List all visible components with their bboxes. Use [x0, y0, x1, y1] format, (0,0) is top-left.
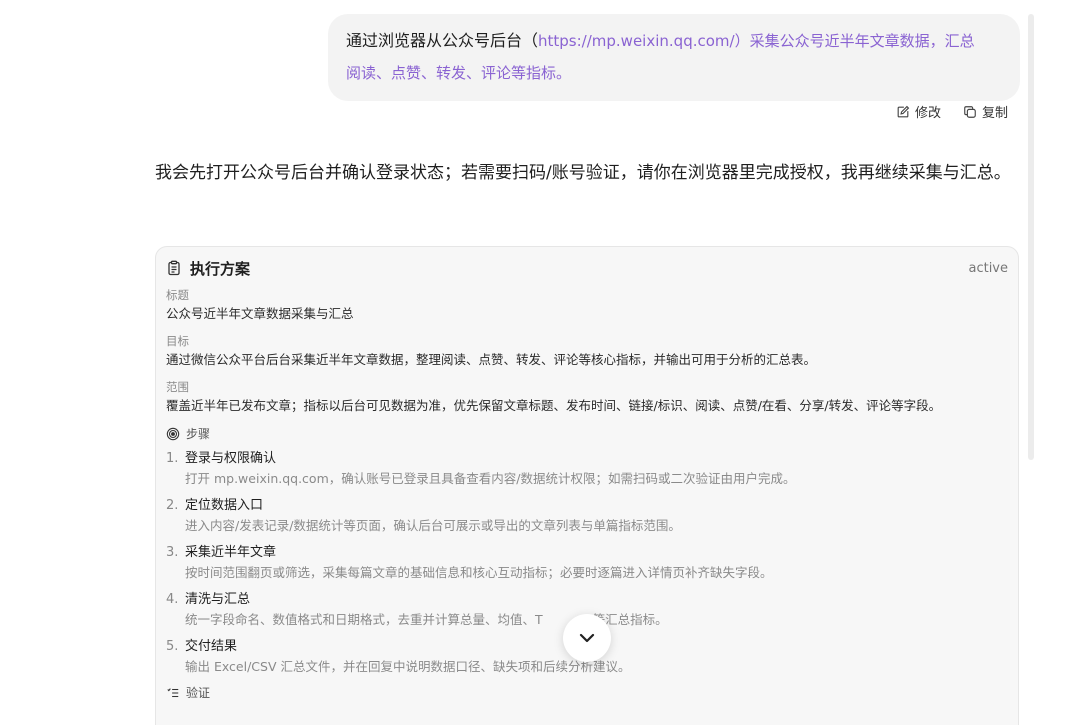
step-item: 2. 定位数据入口 进入内容/发表记录/数据统计等页面，确认后台可展示或导出的文章…	[166, 496, 1008, 537]
plan-status: active	[968, 260, 1008, 276]
plan-title: 执行方案	[190, 259, 251, 278]
plan-header: 执行方案 active	[166, 257, 1008, 279]
step-number: 3.	[166, 545, 179, 560]
step-description: 打开 mp.weixin.qq.com，确认账号已登录且具备查看内容/数据统计权…	[185, 471, 796, 486]
title-value: 公众号近半年文章数据采集与汇总	[166, 306, 354, 321]
step-title: 交付结果	[185, 639, 238, 654]
goal-label: 目标	[166, 334, 189, 348]
chevron-down-icon	[579, 633, 595, 643]
assistant-message: 我会先打开公众号后台并确认登录状态；若需要扫码/账号验证，请你在浏览器里完成授权…	[155, 163, 1011, 183]
verify-label: 验证	[186, 686, 211, 700]
scope-value: 覆盖近半年已发布文章；指标以后台可见数据为准，优先保留文章标题、发布时间、链接/…	[166, 398, 942, 413]
step-number: 2.	[166, 498, 179, 513]
step-title: 登录与权限确认	[185, 451, 277, 466]
step-number: 1.	[166, 451, 179, 466]
step-title: 定位数据入口	[185, 498, 264, 513]
checklist-icon	[167, 687, 179, 697]
step-number: 5.	[166, 639, 179, 654]
verify-header: 验证	[166, 684, 1008, 701]
step-item: 3. 采集近半年文章 按时间范围翻页或筛选，采集每篇文章的基础信息和核心互动指标；…	[166, 543, 1008, 584]
steps-label: 步骤	[186, 427, 211, 441]
user-message-bubble: 通过浏览器从公众号后台（https://mp.weixin.qq.com/）采集…	[328, 14, 1020, 101]
steps-header: 步骤	[166, 425, 1008, 443]
scrollbar[interactable]	[1028, 14, 1034, 460]
step-title: 采集近半年文章	[185, 545, 277, 560]
step-title: 清洗与汇总	[185, 592, 251, 607]
chat-page: 通过浏览器从公众号后台（https://mp.weixin.qq.com/）采集…	[0, 0, 1080, 725]
copy-label: 复制	[981, 106, 1008, 121]
edit-label: 修改	[914, 106, 941, 121]
scope-label: 范围	[166, 380, 189, 394]
user-message-prefix: 通过浏览器从公众号后台（	[346, 31, 539, 50]
edit-button[interactable]: 修改	[896, 102, 941, 121]
edit-icon	[897, 105, 910, 117]
copy-icon	[964, 105, 976, 118]
step-description: 进入内容/发表记录/数据统计等页面，确认后台可展示或导出的文章列表与单篇指标范围…	[185, 518, 681, 533]
user-message-link[interactable]: https://mp.weixin.qq.com/	[538, 32, 735, 50]
user-message-line-2: 阅读、点赞、转发、评论等指标。	[346, 64, 572, 82]
step-item: 1. 登录与权限确认 打开 mp.weixin.qq.com，确认账号已登录且具备…	[166, 449, 1008, 490]
goal-value: 通过微信公众平台后台采集近半年文章数据，整理阅读、点赞、转发、评论等核心指标，并…	[166, 352, 817, 367]
target-icon	[166, 427, 180, 441]
step-description: 按时间范围翻页或筛选，采集每篇文章的基础信息和核心互动指标；必要时逐篇进入详情页…	[185, 565, 773, 580]
scroll-down-button[interactable]	[563, 614, 611, 662]
title-label: 标题	[166, 288, 189, 302]
copy-button[interactable]: 复制	[963, 102, 1008, 121]
message-actions: 修改 复制	[896, 102, 1008, 121]
clipboard-icon	[168, 260, 180, 276]
user-message-suffix: ）采集公众号近半年文章数据，汇总	[734, 32, 975, 50]
step-number: 4.	[166, 592, 179, 607]
